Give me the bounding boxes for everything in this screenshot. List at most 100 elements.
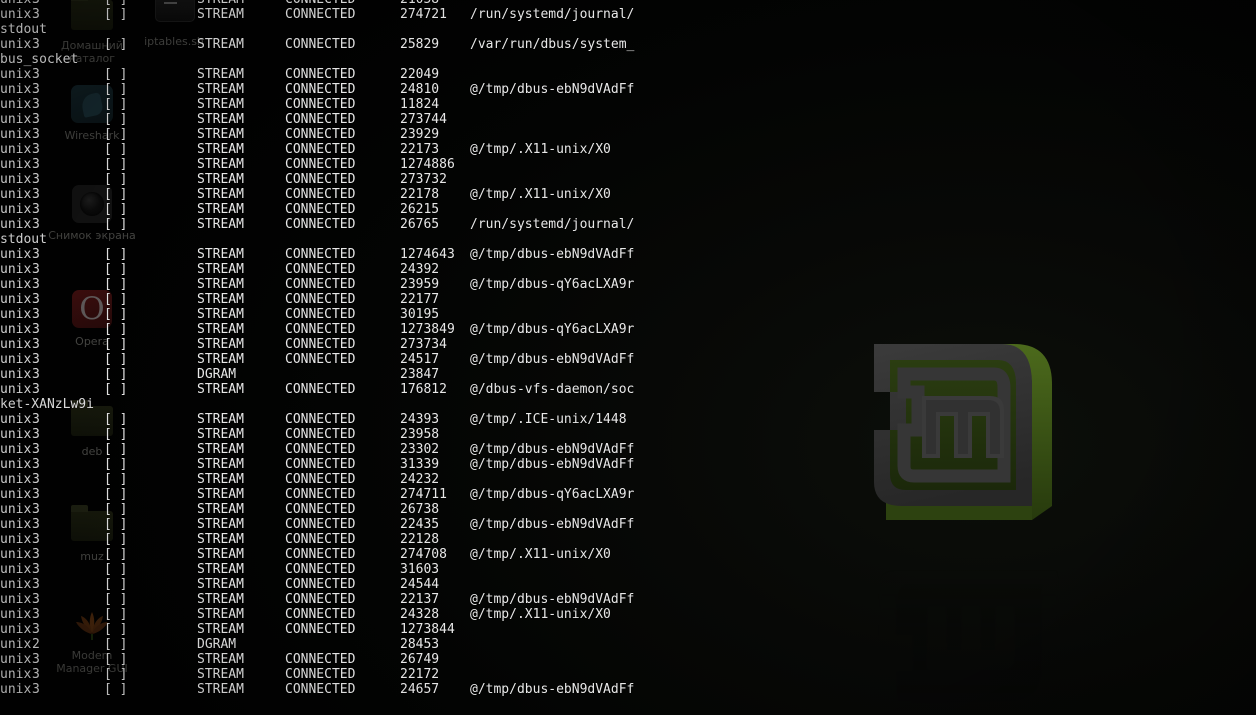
socket-row: unix 3 [ ] STREAM CONNECTED 23958 <box>0 427 1256 442</box>
socket-proto: unix <box>0 412 32 427</box>
socket-proto: unix <box>0 322 32 337</box>
terminal-output[interactable]: unix3[ ]STREAMCONNECTED21058unix3[ ]STRE… <box>0 0 1256 715</box>
socket-flags: [ ] <box>104 532 128 547</box>
socket-state: CONNECTED <box>285 82 356 97</box>
socket-path: @/tmp/dbus-ebN9dVAdFf <box>470 517 635 532</box>
socket-flags: [ ] <box>104 667 128 682</box>
socket-refcnt: 3 <box>32 157 40 172</box>
socket-refcnt: 3 <box>32 472 40 487</box>
socket-row: unix 3 [ ] STREAM CONNECTED 24657 @/tmp/dbus-e… <box>0 682 1256 697</box>
socket-type: STREAM <box>197 292 244 307</box>
socket-path: /run/systemd/journal/ <box>470 217 635 232</box>
socket-state: CONNECTED <box>285 592 356 607</box>
socket-type: STREAM <box>197 112 244 127</box>
socket-refcnt: 3 <box>32 277 40 292</box>
socket-refcnt: 3 <box>32 97 40 112</box>
socket-proto: unix <box>0 157 32 172</box>
socket-flags: [ ] <box>104 127 128 142</box>
socket-state: CONNECTED <box>285 277 356 292</box>
socket-inode: 273734 <box>400 337 447 352</box>
socket-flags: [ ] <box>104 307 128 322</box>
socket-row: unix 3 [ ] STREAM CONNECTED 25829/var/run/dbu… <box>0 37 1256 52</box>
socket-proto: unix <box>0 532 32 547</box>
socket-proto: unix <box>0 367 32 382</box>
socket-type: STREAM <box>197 562 244 577</box>
socket-inode: 273744 <box>400 112 447 127</box>
socket-type: DGRAM <box>197 367 237 382</box>
socket-inode: 11824 <box>400 97 440 112</box>
socket-path: @/tmp/dbus-qY6acLXA9r <box>470 487 635 502</box>
socket-row: unix 3 [ ] STREAM CONNECTED 30195 <box>0 307 1256 322</box>
socket-row: unix 3 [ ] STREAM CONNECTED 274711 @/tmp/dbus-… <box>0 487 1256 502</box>
socket-inode: 23958 <box>400 427 440 442</box>
socket-state: CONNECTED <box>285 562 356 577</box>
socket-inode: 26738 <box>400 502 440 517</box>
socket-refcnt: 3 <box>32 322 40 337</box>
socket-state: CONNECTED <box>285 292 356 307</box>
socket-state: CONNECTED <box>285 382 356 397</box>
socket-proto: unix <box>0 127 32 142</box>
socket-row: unix 3 [ ] STREAM CONNECTED 22137 @/tmp/dbus-e… <box>0 592 1256 607</box>
socket-state: CONNECTED <box>285 487 356 502</box>
socket-flags: [ ] <box>104 577 128 592</box>
socket-flags: [ ] <box>104 622 128 637</box>
socket-row: unix 3 [ ] STREAM CONNECTED 24232 <box>0 472 1256 487</box>
socket-refcnt: 3 <box>32 667 40 682</box>
socket-proto: unix <box>0 277 32 292</box>
socket-proto: unix <box>0 637 32 652</box>
socket-state: CONNECTED <box>285 187 356 202</box>
socket-state: CONNECTED <box>285 682 356 697</box>
socket-proto: unix <box>0 652 32 667</box>
socket-type: STREAM <box>197 517 244 532</box>
socket-type: STREAM <box>197 157 244 172</box>
socket-type: STREAM <box>197 622 244 637</box>
socket-row: unix 3 [ ] STREAM CONNECTED 24810 @/tmp/dbus-e… <box>0 82 1256 97</box>
socket-inode: 26749 <box>400 652 440 667</box>
socket-state: CONNECTED <box>285 352 356 367</box>
socket-state: CONNECTED <box>285 247 356 262</box>
socket-inode: 30195 <box>400 307 440 322</box>
socket-flags: [ ] <box>104 97 128 112</box>
socket-flags: [ ] <box>104 157 128 172</box>
socket-flags: [ ] <box>104 277 128 292</box>
socket-type: STREAM <box>197 37 244 52</box>
socket-type: STREAM <box>197 0 244 7</box>
socket-type: STREAM <box>197 67 244 82</box>
socket-inode: 26215 <box>400 202 440 217</box>
socket-flags: [ ] <box>104 217 128 232</box>
socket-row: unix 3 [ ] STREAM CONNECTED 22173 @/tmp/.X11-u… <box>0 142 1256 157</box>
socket-type: STREAM <box>197 667 244 682</box>
socket-type: STREAM <box>197 247 244 262</box>
socket-proto: unix <box>0 547 32 562</box>
socket-type: STREAM <box>197 322 244 337</box>
socket-type: STREAM <box>197 217 244 232</box>
socket-refcnt: 3 <box>32 367 40 382</box>
socket-inode: 176812 <box>400 382 447 397</box>
socket-proto: unix <box>0 172 32 187</box>
socket-flags: [ ] <box>104 427 128 442</box>
socket-row: unix 3 [ ] STREAM CONNECTED 1273849 @/tmp/dbus… <box>0 322 1256 337</box>
socket-flags: [ ] <box>104 322 128 337</box>
socket-proto: unix <box>0 427 32 442</box>
socket-state: CONNECTED <box>285 457 356 472</box>
socket-refcnt: 3 <box>32 337 40 352</box>
socket-type: STREAM <box>197 82 244 97</box>
socket-flags: [ ] <box>104 382 128 397</box>
socket-proto: unix <box>0 382 32 397</box>
socket-path-continuation: stdout <box>0 232 47 247</box>
socket-row: unix 3 [ ] STREAM CONNECTED 22172 <box>0 667 1256 682</box>
socket-refcnt: 3 <box>32 67 40 82</box>
socket-proto: unix <box>0 7 32 22</box>
socket-state: CONNECTED <box>285 307 356 322</box>
socket-flags: [ ] <box>104 637 128 652</box>
socket-inode: 22172 <box>400 667 440 682</box>
socket-path: /run/systemd/journal/ <box>470 7 635 22</box>
socket-state: CONNECTED <box>285 127 356 142</box>
socket-refcnt: 3 <box>32 502 40 517</box>
socket-path: @/dbus-vfs-daemon/soc <box>470 382 635 397</box>
socket-refcnt: 3 <box>32 187 40 202</box>
socket-refcnt: 3 <box>32 127 40 142</box>
socket-inode: 274711 <box>400 487 447 502</box>
socket-row: unix 3 [ ] STREAM CONNECTED 26738 <box>0 502 1256 517</box>
socket-row: unix 3 [ ] STREAM CONNECTED 1274886 <box>0 157 1256 172</box>
